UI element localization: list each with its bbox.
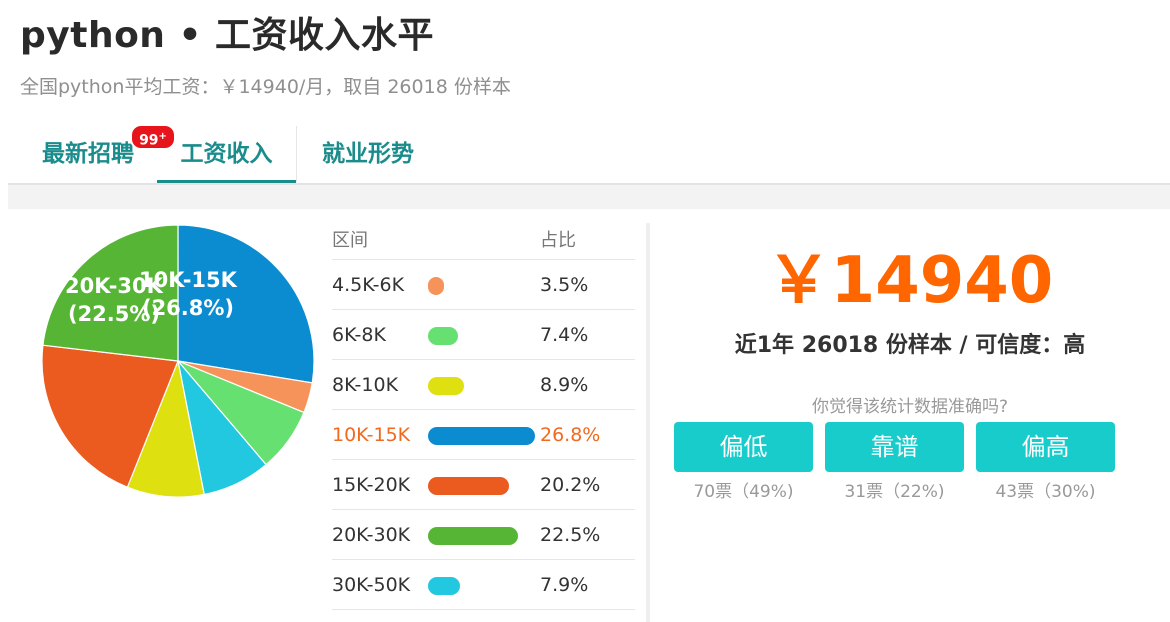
row-share-bar (428, 277, 444, 295)
accuracy-question: 你觉得该统计数据准确吗? (811, 397, 1009, 417)
row-share-bar (428, 527, 518, 545)
page-title: python • 工资收入水平 (20, 15, 435, 56)
row-share: 7.4% (540, 324, 589, 346)
row-range: 30K-50K (332, 574, 411, 596)
table-row: 8K-10K 8.9% (332, 360, 635, 410)
table-row: 4.5K-6K 3.5% (332, 260, 635, 310)
row-share: 8.9% (540, 374, 589, 396)
column-header-range: 区间 (332, 230, 368, 251)
pie-label-percent: (22.5%) (68, 302, 160, 326)
row-range: 15K-20K (332, 474, 411, 496)
table-header: 区间 占比 (332, 221, 635, 260)
row-range: 20K-30K (332, 524, 411, 546)
row-share-bar (428, 377, 464, 395)
vote-low-button[interactable]: 偏低 (674, 422, 813, 472)
salary-panel: 10K-15K (26.8%) 20K-30K (22.5%) 区间 占比 4.… (20, 209, 1170, 622)
vote-high-count: 43票（30%) (995, 482, 1096, 502)
row-share: 7.9% (540, 574, 589, 596)
row-share-bar (428, 477, 509, 495)
row-share-bar (428, 427, 535, 445)
row-share: 22.5% (540, 524, 601, 546)
tab-label: 就业形势 (322, 141, 414, 167)
tab-label: 工资收入 (180, 141, 273, 167)
row-share-bar (428, 577, 460, 595)
vote-high-button[interactable]: 偏高 (976, 422, 1115, 472)
row-range: 8K-10K (332, 374, 399, 396)
tab-employment-trend[interactable]: 就业形势 (300, 124, 436, 180)
vote-reliable-button[interactable]: 靠谱 (825, 422, 964, 472)
average-salary: ￥14940 (766, 244, 1054, 318)
row-range: 4.5K-6K (332, 274, 405, 296)
tab-salary-income[interactable]: 工资收入 (157, 124, 296, 184)
row-range: 10K-15K (332, 424, 411, 446)
tab-label: 最新招聘 (42, 141, 134, 167)
section-gap (8, 185, 1170, 209)
table-row: 20K-30K 22.5% (332, 510, 635, 560)
salary-distribution-table: 区间 占比 4.5K-6K 3.5% 6K-8K 7.4% 8K-10K 8.9% 10K-… (332, 221, 635, 610)
pie-label-range: 20K-30K (65, 274, 164, 298)
table-row: 10K-15K 26.8% (332, 410, 635, 460)
table-row: 6K-8K 7.4% (332, 310, 635, 360)
vote-low-count: 70票（49%) (693, 482, 794, 502)
row-share-bar (428, 327, 458, 345)
row-share: 20.2% (540, 474, 601, 496)
tab-divider (296, 126, 297, 182)
salary-pie-chart: 10K-15K (26.8%) 20K-30K (22.5%) (41, 224, 315, 498)
row-range: 6K-8K (332, 324, 386, 346)
table-row: 30K-50K 7.9% (332, 560, 635, 610)
sample-info: 近1年 26018 份样本 / 可信度：高 (734, 333, 1086, 358)
row-share: 3.5% (540, 274, 589, 296)
page-subtitle: 全国python平均工资：￥14940/月，取自 26018 份样本 (20, 76, 511, 98)
vote-reliable-count: 31票（22%) (844, 482, 945, 502)
column-header-share: 占比 (540, 230, 576, 251)
table-row: 15K-20K 20.2% (332, 460, 635, 510)
row-share: 26.8% (540, 424, 601, 446)
